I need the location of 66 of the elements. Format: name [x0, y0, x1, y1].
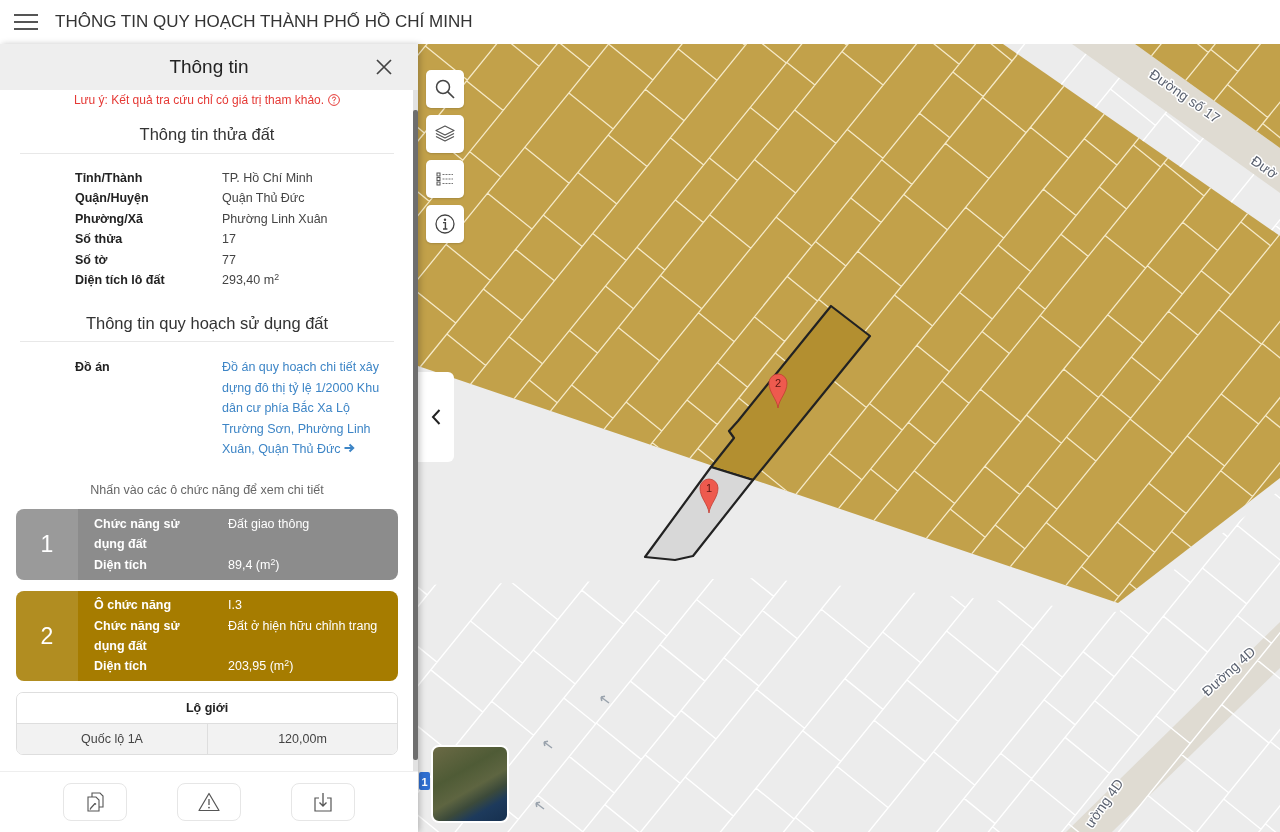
- field-value: 17: [222, 231, 237, 249]
- section-heading: Thông tin quy hoạch sử dụng đất: [20, 312, 394, 343]
- map-marker[interactable]: 2: [768, 373, 788, 409]
- field-label: Chức năng sử dụng đất: [94, 617, 181, 655]
- field-value: 203,95 (m$^{2}$): [228, 657, 295, 676]
- legend-icon: [436, 172, 454, 186]
- layers-icon: [435, 125, 455, 143]
- map-marker[interactable]: 1: [699, 478, 719, 514]
- documents-icon: [86, 792, 104, 812]
- field-value: TP. Hồ Chí Minh: [222, 170, 314, 187]
- route-shield: 1: [419, 772, 430, 790]
- layers-button[interactable]: [426, 115, 464, 153]
- info-icon: [435, 214, 455, 234]
- field-value: 293,40 m$^{2}$: [222, 270, 280, 290]
- field-label: Tỉnh/Thành: [75, 170, 144, 187]
- table-cell: 120,00m: [207, 724, 397, 755]
- notice-text: Lưu ý: Kết quả tra cứu chỉ có giá trị tham khảo.: [73, 93, 325, 107]
- menu-icon: [14, 14, 38, 30]
- section-heading: Thông tin thửa đất: [20, 123, 394, 154]
- table-cell-text: Quốc lộ 1A: [80, 731, 144, 749]
- satellite-thumbnail[interactable]: [431, 745, 509, 823]
- function-card[interactable]: 2 Ô chức năng I.3 Chức năng sử dụng đất Đất ở hiện hữu chỉnh trang Diện tích 203,95 (m$^{2}$): [16, 590, 398, 682]
- field-value: Quận Thủ Đức: [222, 190, 306, 208]
- field-value: Đất ở hiện hữu chỉnh trang: [228, 617, 379, 635]
- zone-number: 1: [16, 509, 78, 580]
- field-label: Diện tích lô đất: [75, 272, 166, 290]
- one-way-arrow-icon: [535, 801, 545, 810]
- scrollbar[interactable]: [413, 90, 418, 771]
- arrow-right-icon: [344, 443, 356, 454]
- chevron-left-icon: [431, 409, 441, 425]
- field-value: I.3: [228, 597, 243, 615]
- field-value: Đất giao thông: [228, 515, 311, 533]
- search-icon: [435, 79, 455, 99]
- help-icon[interactable]: [328, 94, 341, 106]
- one-way-arrow-icon: [600, 695, 610, 704]
- road-label: Đườ: [1248, 152, 1280, 182]
- field-label: Phường/Xã: [75, 210, 144, 228]
- close-icon: [376, 59, 392, 75]
- land-parcel-section[interactable]: [709, 304, 872, 482]
- warning-icon: [198, 792, 220, 812]
- zone-number: 2: [16, 590, 78, 682]
- field-label: Số tờ: [75, 251, 109, 269]
- field-label: Số thửa: [75, 231, 124, 249]
- field-label: Diện tích: [94, 658, 148, 676]
- search-button[interactable]: [426, 70, 464, 108]
- function-card[interactable]: 1 Chức năng sử dụng đất Đất giao thông Diện tích 89,4 (m$^{2}$): [16, 509, 398, 580]
- field-label: Đồ án: [75, 359, 111, 377]
- report-button[interactable]: [177, 783, 241, 821]
- field-label: Quận/Huyện: [75, 190, 150, 208]
- panel-title: Thông tin: [169, 56, 249, 78]
- land-parcel-section[interactable]: [643, 465, 755, 562]
- hint-text: Nhấn vào các ô chức năng để xem chi tiết: [89, 482, 325, 499]
- field-value: 77: [222, 251, 237, 269]
- info-button[interactable]: [426, 205, 464, 243]
- one-way-arrow-icon: [543, 740, 553, 749]
- field-label: Diện tích: [94, 556, 148, 574]
- app-title: THÔNG TIN QUY HOẠCH THÀNH PHỐ HỒ CHÍ MINH: [55, 12, 473, 32]
- project-link[interactable]: Đồ án quy hoạch chi tiết xây dựng đô thị tỷ lệ 1/2000 Khu dân cư phía Bắc Xa Lộ Trường Sơn, Phường Linh Xuân, Quận Thủ Đức: [222, 357, 387, 460]
- field-value: Phường Linh Xuân: [222, 210, 329, 228]
- menu-button[interactable]: [12, 11, 40, 33]
- download-button[interactable]: [291, 783, 355, 821]
- field-value: 89,4 (m$^{2}$): [228, 555, 281, 574]
- documents-button[interactable]: [63, 783, 127, 821]
- download-icon: [314, 792, 332, 812]
- field-label: Ô chức năng: [94, 596, 173, 615]
- field-label: Chức năng sử dụng đất: [94, 515, 181, 554]
